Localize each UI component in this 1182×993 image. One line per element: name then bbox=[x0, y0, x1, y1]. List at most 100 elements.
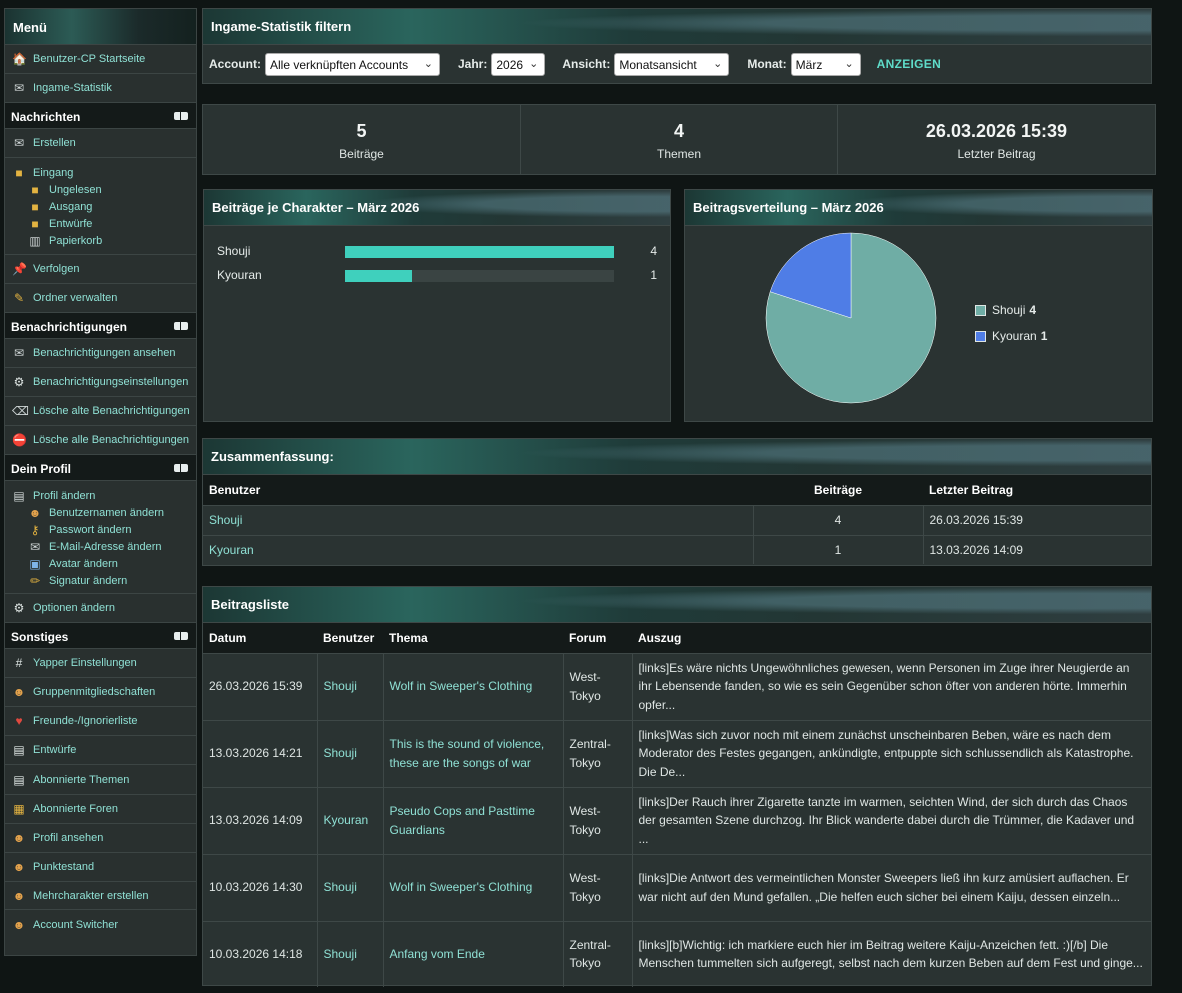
menu-item-mehrcharakter[interactable]: ☻ Mehrcharakter erstellen bbox=[5, 882, 196, 910]
menu-item-ungelesen[interactable]: ■ Ungelesen bbox=[12, 181, 196, 198]
monat-select[interactable]: März ⌄ bbox=[790, 52, 861, 76]
summary-table: Benutzer Beiträge Letzter Beitrag Shouji… bbox=[203, 475, 1151, 564]
post-excerpt: [links]Die Antwort des vermeintlichen Mo… bbox=[631, 853, 1151, 921]
post-user-link[interactable]: Shouji bbox=[324, 679, 357, 693]
postlist-panel: Beitragsliste Datum Benutzer Thema Forum… bbox=[202, 586, 1152, 987]
menu-item-ausgang[interactable]: ■ Ausgang bbox=[12, 198, 196, 215]
menu-item-freunde[interactable]: ♥ Freunde-/Ignorierliste bbox=[5, 707, 196, 736]
pin-icon: 📌 bbox=[12, 262, 27, 276]
collapse-toggle-icon[interactable] bbox=[174, 322, 188, 330]
post-topic-link[interactable]: Wolf in Sweeper's Clothing bbox=[390, 880, 533, 894]
bar-track bbox=[345, 246, 614, 258]
filter-panel: Ingame-Statistik filtern Account: Alle v… bbox=[202, 8, 1152, 84]
post-user-cell: Shouji bbox=[316, 719, 383, 787]
section-nachrichten[interactable]: Nachrichten bbox=[5, 103, 196, 129]
document-icon: ▤ bbox=[13, 772, 25, 787]
col-datum: Datum bbox=[203, 623, 317, 653]
filter-title: Ingame-Statistik filtern bbox=[203, 9, 1151, 45]
menu-item-erstellen[interactable]: ✉ Erstellen bbox=[5, 129, 196, 158]
menu-item-profil-aendern[interactable]: ▤ Profil ändern bbox=[12, 487, 196, 504]
post-topic-cell: Wolf in Sweeper's Clothing bbox=[382, 853, 563, 921]
envelope-icon: ✉ bbox=[13, 81, 25, 95]
folder-icon: ■ bbox=[31, 182, 39, 197]
post-topic-link[interactable]: This is the sound of violence, these are… bbox=[390, 737, 545, 770]
menu-item-ingame-statistik[interactable]: ✉ Ingame-Statistik bbox=[5, 74, 196, 103]
col-letzter-beitrag: Letzter Beitrag bbox=[923, 475, 1151, 505]
post-user-link[interactable]: Shouji bbox=[324, 746, 357, 760]
menu-item-profil-ansehen[interactable]: ☻ Profil ansehen bbox=[5, 824, 196, 853]
bar-label: Kyouran bbox=[217, 268, 262, 282]
table-row: 10.03.2026 14:30 Shouji Wolf in Sweeper's … bbox=[203, 853, 1151, 921]
section-benachrichtigungen[interactable]: Benachrichtigungen bbox=[5, 313, 196, 339]
post-excerpt: [links]Es wäre nichts Ungewöhnliches gew… bbox=[631, 652, 1151, 720]
anzeigen-button[interactable]: ANZEIGEN bbox=[877, 57, 941, 71]
menu-item-email[interactable]: ✉ E-Mail-Adresse ändern bbox=[12, 538, 196, 555]
col-beitraege: Beiträge bbox=[753, 475, 923, 505]
menu-item-signatur[interactable]: ✏ Signatur ändern bbox=[12, 572, 196, 589]
post-topic-link[interactable]: Wolf in Sweeper's Clothing bbox=[390, 679, 533, 693]
account-select[interactable]: Alle verknüpften Accounts ⌄ bbox=[265, 52, 440, 76]
menu-item-benutzername[interactable]: ☻ Benutzernamen ändern bbox=[12, 504, 196, 521]
jahr-select[interactable]: 2026 ⌄ bbox=[491, 52, 546, 76]
post-user-cell: Kyouran bbox=[316, 786, 383, 854]
ansicht-select[interactable]: Monatsansicht ⌄ bbox=[614, 52, 730, 76]
menu-item-gruppen[interactable]: ☻ Gruppenmitgliedschaften bbox=[5, 678, 196, 707]
bar-track bbox=[345, 270, 614, 282]
legend-item: Kyouran 1 bbox=[975, 329, 1047, 343]
chevron-down-icon: ⌄ bbox=[713, 57, 723, 70]
post-topic-link[interactable]: Anfang vom Ende bbox=[390, 947, 485, 961]
menu-item-eingang[interactable]: ■ Eingang bbox=[12, 164, 196, 181]
post-forum: Zentral-Tokyo bbox=[562, 920, 632, 987]
menu-item-avatar[interactable]: ▣ Avatar ändern bbox=[12, 555, 196, 572]
post-date: 10.03.2026 14:30 bbox=[203, 853, 317, 921]
table-row: Shouji 4 26.03.2026 15:39 bbox=[203, 504, 1151, 535]
envelope-icon: ✉ bbox=[13, 136, 25, 150]
menu-item-benachrichtigungseinstellungen[interactable]: ⚙ Benachrichtigungseinstellungen bbox=[5, 368, 196, 397]
menu-item-entwuerfe[interactable]: ■ Entwürfe bbox=[12, 215, 196, 232]
menu-item-passwort[interactable]: ⚷ Passwort ändern bbox=[12, 521, 196, 538]
envelope-icon: ✉ bbox=[13, 346, 25, 360]
collapse-toggle-icon[interactable] bbox=[174, 464, 188, 472]
menu-item-loesche-alle[interactable]: ⛔ Lösche alle Benachrichtigungen bbox=[5, 426, 196, 455]
ansicht-label: Ansicht: bbox=[562, 57, 611, 71]
menu-item-account-switcher[interactable]: ☻ Account Switcher bbox=[5, 910, 196, 939]
users-icon: ☻ bbox=[12, 917, 26, 932]
menu-item-benachrichtigungen-ansehen[interactable]: ✉ Benachrichtigungen ansehen bbox=[5, 339, 196, 368]
collapse-toggle-icon[interactable] bbox=[174, 112, 188, 120]
post-forum: West-Tokyo bbox=[562, 786, 632, 854]
menu-item-entwuerfe-2[interactable]: ▤ Entwürfe bbox=[5, 736, 196, 765]
post-user-cell: Shouji bbox=[316, 652, 383, 720]
post-topic-link[interactable]: Pseudo Cops and Pasttime Guardians bbox=[390, 804, 535, 837]
summary-user-link[interactable]: Shouji bbox=[203, 504, 753, 535]
menu-item-verfolgen[interactable]: 📌 Verfolgen bbox=[5, 255, 196, 284]
bar-row: Kyouran 1 bbox=[217, 267, 657, 283]
summary-panel: Zusammenfassung: Benutzer Beiträge Letzt… bbox=[202, 438, 1152, 566]
menu-item-papierkorb[interactable]: ▥ Papierkorb bbox=[12, 232, 196, 249]
menu-item-loesche-alte[interactable]: ⌫ Lösche alte Benachrichtigungen bbox=[5, 397, 196, 426]
menu-item-yapper[interactable]: # Yapper Einstellungen bbox=[5, 649, 196, 678]
post-topic-cell: Wolf in Sweeper's Clothing bbox=[382, 652, 563, 720]
menu-item-usercp-home[interactable]: 🏠 Benutzer-CP Startseite bbox=[5, 45, 196, 74]
menu-item-abo-foren[interactable]: ▦ Abonnierte Foren bbox=[5, 795, 196, 824]
envelope-icon: ✉ bbox=[29, 539, 41, 554]
menu-item-punktestand[interactable]: ☻ Punktestand bbox=[5, 853, 196, 882]
post-user-link[interactable]: Shouji bbox=[324, 880, 357, 894]
post-excerpt: [links][b]Wichtig: ich markiere euch hie… bbox=[631, 920, 1151, 987]
document-icon: ▤ bbox=[13, 743, 25, 757]
post-topic-cell: Anfang vom Ende bbox=[382, 920, 563, 987]
section-dein-profil[interactable]: Dein Profil bbox=[5, 455, 196, 481]
col-benutzer: Benutzer bbox=[317, 623, 383, 653]
summary-user-link[interactable]: Kyouran bbox=[203, 534, 753, 564]
house-icon: 🏠 bbox=[12, 52, 27, 66]
post-user-link[interactable]: Kyouran bbox=[324, 813, 369, 827]
post-forum: West-Tokyo bbox=[562, 652, 632, 720]
section-sonstiges[interactable]: Sonstiges bbox=[5, 623, 196, 649]
postlist-title: Beitragsliste bbox=[203, 587, 1151, 623]
collapse-toggle-icon[interactable] bbox=[174, 632, 188, 640]
menu-item-optionen[interactable]: ⚙ Optionen ändern bbox=[5, 594, 196, 623]
stat-beitraege: 5 Beiträge bbox=[203, 105, 521, 175]
menu-item-ordner-verwalten[interactable]: ✎ Ordner verwalten bbox=[5, 284, 196, 313]
menu-item-abo-themen[interactable]: ▤ Abonnierte Themen bbox=[5, 765, 196, 795]
post-user-link[interactable]: Shouji bbox=[324, 947, 357, 961]
bar-value: 4 bbox=[650, 244, 657, 258]
